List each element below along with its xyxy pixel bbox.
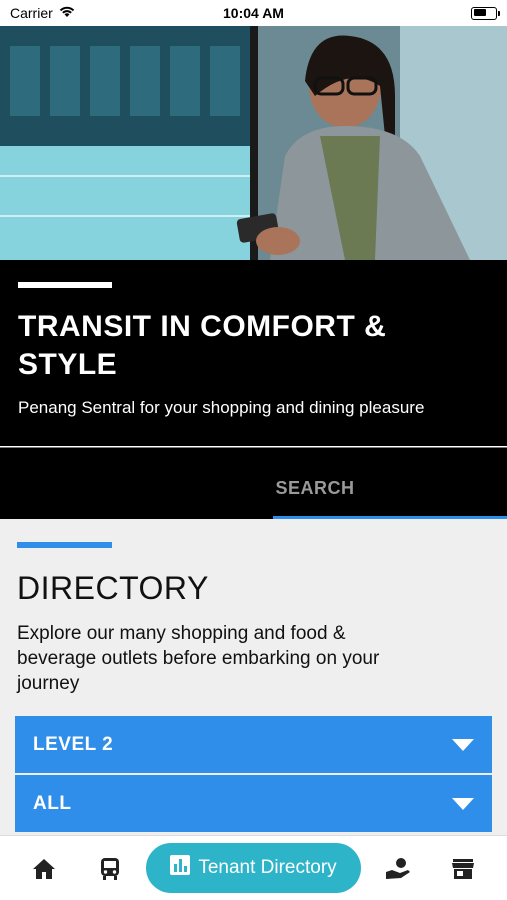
battery-level — [473, 9, 486, 16]
directory-section: DIRECTORY Explore our many shopping and … — [0, 519, 507, 835]
chevron-down-icon — [452, 797, 474, 810]
level-select-value: LEVEL 2 — [33, 733, 114, 755]
category-select[interactable]: ALL — [15, 775, 492, 832]
bar-chart-icon — [170, 855, 191, 881]
battery-icon — [471, 6, 500, 20]
directory-description: Explore our many shopping and food & bev… — [17, 621, 491, 696]
directory-title: DIRECTORY — [17, 570, 209, 606]
status-left: Carrier — [10, 5, 76, 21]
carrier-label: Carrier — [10, 5, 53, 21]
status-time: 10:04 AM — [223, 5, 284, 21]
hero-image — [0, 26, 507, 260]
chevron-down-icon — [452, 738, 474, 751]
directory-description-line-1: Explore our many shopping and food & — [17, 623, 346, 644]
directory-accent-bar — [17, 542, 112, 548]
banner-title-line-2: STYLE — [18, 348, 118, 381]
hero-illustration — [0, 26, 507, 260]
home-icon[interactable] — [31, 856, 57, 882]
service-icon[interactable] — [385, 856, 411, 882]
store-icon[interactable] — [450, 856, 476, 882]
directory-description-line-2: beverage outlets before embarking on you… — [17, 648, 380, 669]
nav-tenant-directory-label: Tenant Directory — [198, 857, 337, 878]
promo-banner: TRANSIT IN COMFORT & STYLE Penang Sentra… — [0, 260, 507, 446]
banner-title: TRANSIT IN COMFORT & STYLE — [18, 308, 489, 384]
bottom-nav: Tenant Directory — [0, 835, 507, 900]
status-bar: Carrier 10:04 AM — [0, 0, 507, 26]
banner-accent-bar — [18, 282, 112, 288]
tab-search[interactable]: SEARCH — [230, 478, 400, 499]
directory-description-line-3: journey — [17, 673, 80, 694]
banner-title-line-1: TRANSIT IN COMFORT & — [18, 310, 387, 343]
tab-bar: SEARCH — [0, 447, 507, 519]
bus-icon[interactable] — [97, 856, 123, 882]
banner-subtitle: Penang Sentral for your shopping and din… — [18, 398, 425, 417]
category-select-value: ALL — [33, 792, 72, 814]
nav-tenant-directory[interactable]: Tenant Directory — [146, 843, 361, 893]
level-select[interactable]: LEVEL 2 — [15, 716, 492, 773]
wifi-icon — [58, 5, 76, 21]
